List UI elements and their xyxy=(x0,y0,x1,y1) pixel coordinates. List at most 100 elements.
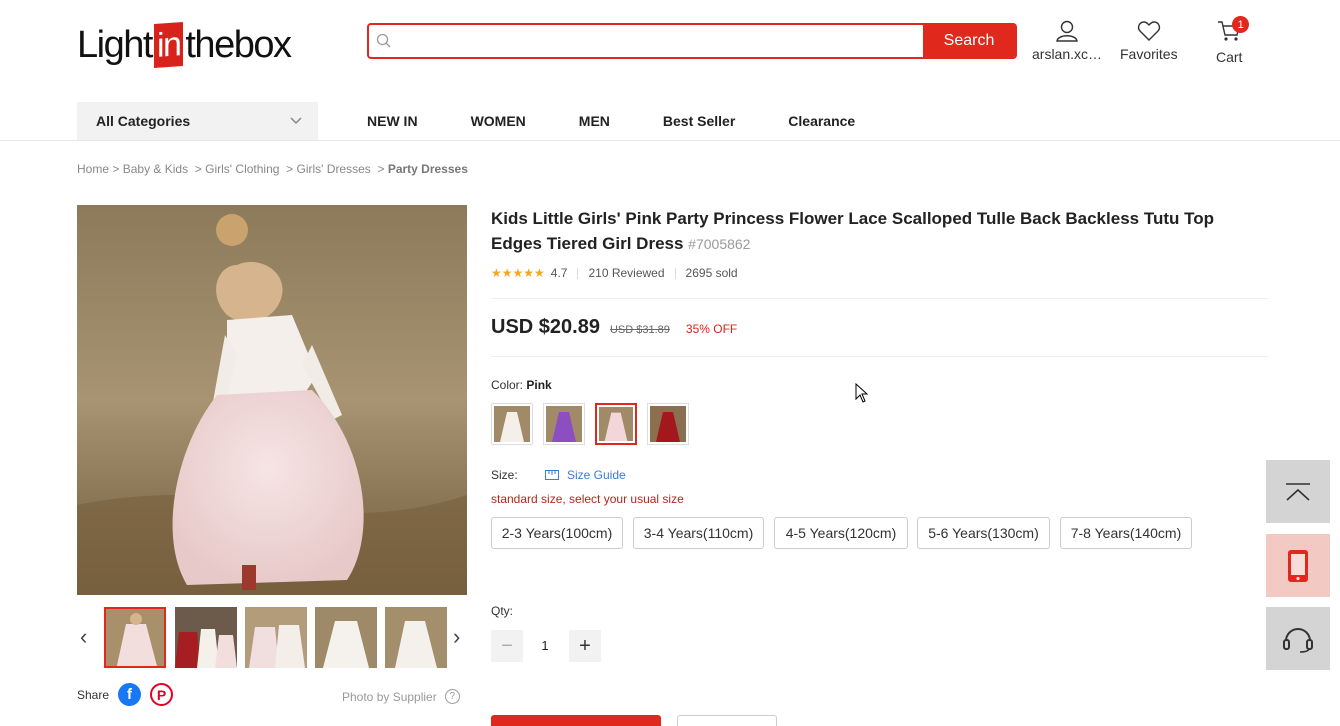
breadcrumb-baby-kids[interactable]: Baby & Kids xyxy=(123,162,188,176)
nav-link-new-in[interactable]: NEW IN xyxy=(367,113,418,129)
qty-decrease-button[interactable]: − xyxy=(491,630,523,662)
nav-link-best-seller[interactable]: Best Seller xyxy=(663,113,735,129)
product-title-text: Kids Little Girls' Pink Party Princess F… xyxy=(491,209,1214,253)
qty-label: Qty: xyxy=(491,604,514,618)
share-row: Share f P xyxy=(77,683,174,706)
color-swatch-white[interactable] xyxy=(491,403,533,445)
mobile-phone-icon xyxy=(1288,549,1308,582)
product-sku: #7005862 xyxy=(688,236,751,252)
customer-service-button[interactable] xyxy=(1266,607,1330,670)
mouse-cursor-icon xyxy=(855,383,869,403)
divider xyxy=(491,298,1268,299)
sold-count: 2695 sold xyxy=(685,266,738,280)
color-swatch-pink[interactable] xyxy=(595,403,637,445)
nav-link-men[interactable]: MEN xyxy=(579,113,610,129)
heart-icon xyxy=(1137,21,1160,41)
thumbnail-1[interactable] xyxy=(104,607,166,668)
color-label-text: Color: xyxy=(491,378,524,392)
size-note: standard size, select your usual size xyxy=(491,492,684,506)
breadcrumb-home[interactable]: Home xyxy=(77,162,109,176)
thumbnail-2[interactable] xyxy=(175,607,237,668)
nav-links: NEW IN WOMEN MEN Best Seller Clearance xyxy=(367,102,908,140)
breadcrumb: Home > Baby & Kids > Girls' Clothing > G… xyxy=(77,162,468,176)
nav-link-women[interactable]: WOMEN xyxy=(471,113,526,129)
photo-note: Photo by Supplier xyxy=(342,689,437,704)
price-row: USD $20.89 USD $31.89 35% OFF xyxy=(491,316,737,339)
search-input[interactable] xyxy=(399,25,923,57)
star-rating-icon: ★★★★★ xyxy=(491,266,545,280)
pinterest-icon[interactable]: P xyxy=(150,683,174,706)
thumbnail-4[interactable] xyxy=(315,607,377,668)
add-to-cart-button[interactable] xyxy=(491,715,661,726)
all-categories-dropdown[interactable]: All Categories xyxy=(77,102,318,140)
size-guide-label: Size Guide xyxy=(567,468,626,482)
cart-link[interactable]: 1 Cart xyxy=(1216,16,1250,65)
back-to-top-icon xyxy=(1286,482,1310,501)
chevron-down-icon xyxy=(290,117,302,125)
color-swatch-red[interactable] xyxy=(647,403,689,445)
rating-row: ★★★★★ 4.7 210 Reviewed 2695 sold xyxy=(491,266,738,280)
thumbnail-strip: ‹ › xyxy=(77,606,467,668)
logo-text-in: in xyxy=(153,21,184,69)
qty-value[interactable]: 1 xyxy=(533,638,557,653)
share-label: Share xyxy=(77,687,110,702)
size-option-2-3-years[interactable]: 2-3 Years(100cm) xyxy=(491,517,623,549)
color-selected-value: Pink xyxy=(526,378,552,392)
thumbnail-3[interactable] xyxy=(245,607,307,668)
all-categories-label: All Categories xyxy=(96,113,191,129)
main-nav: All Categories NEW IN WOMEN MEN Best Sel… xyxy=(0,102,1340,141)
user-icon xyxy=(1056,20,1078,42)
divider xyxy=(577,267,579,279)
account-link[interactable]: arslan.xc… xyxy=(1032,20,1102,62)
account-label: arslan.xc… xyxy=(1032,46,1103,62)
current-price: USD $20.89 xyxy=(491,316,600,338)
discount-badge: 35% OFF xyxy=(685,322,738,336)
size-option-3-4-years[interactable]: 3-4 Years(110cm) xyxy=(633,517,764,549)
thumbnail-prev-arrow-icon[interactable]: ‹ xyxy=(80,624,87,650)
back-to-top-button[interactable] xyxy=(1266,460,1330,523)
ruler-icon xyxy=(545,470,559,480)
logo-text-light: Light xyxy=(77,23,153,66)
thumbnail-5[interactable] xyxy=(385,607,447,668)
divider xyxy=(674,267,676,279)
search-button[interactable]: Search xyxy=(923,25,1015,57)
breadcrumb-girls-clothing[interactable]: Girls' Clothing xyxy=(205,162,279,176)
logo-text-thebox: thebox xyxy=(185,23,292,66)
cart-count-badge: 1 xyxy=(1232,16,1250,33)
size-option-7-8-years[interactable]: 7-8 Years(140cm) xyxy=(1060,517,1192,549)
breadcrumb-separator: > xyxy=(377,162,385,176)
color-swatch-purple[interactable] xyxy=(543,403,585,445)
size-guide-link[interactable]: Size Guide xyxy=(545,468,626,482)
breadcrumb-girls-dresses[interactable]: Girls' Dresses xyxy=(296,162,370,176)
favorites-label: Favorites xyxy=(1120,46,1178,62)
mobile-app-button[interactable] xyxy=(1266,534,1330,597)
cart-icon-wrap: 1 xyxy=(1217,16,1250,49)
headset-icon xyxy=(1283,627,1313,653)
reviews-link[interactable]: 210 Reviewed xyxy=(588,266,664,280)
photo-by-supplier: Photo by Supplier ? xyxy=(342,689,460,704)
secondary-action-button[interactable] xyxy=(677,715,777,726)
breadcrumb-separator: > xyxy=(112,162,120,176)
size-option-5-6-years[interactable]: 5-6 Years(130cm) xyxy=(917,517,1050,549)
breadcrumb-separator: > xyxy=(194,162,202,176)
qty-increase-button[interactable]: + xyxy=(569,630,601,662)
search-bar: Search xyxy=(367,23,1017,59)
favorites-link[interactable]: Favorites xyxy=(1120,20,1178,62)
product-title: Kids Little Girls' Pink Party Princess F… xyxy=(491,206,1261,257)
breadcrumb-separator: > xyxy=(286,162,294,176)
nav-link-clearance[interactable]: Clearance xyxy=(788,113,855,129)
site-logo[interactable]: Light in thebox xyxy=(77,21,292,69)
size-label: Size: xyxy=(491,468,518,482)
original-price: USD $31.89 xyxy=(609,324,670,336)
size-option-4-5-years[interactable]: 4-5 Years(120cm) xyxy=(774,517,908,549)
cart-label: Cart xyxy=(1216,49,1243,65)
rating-value: 4.7 xyxy=(550,266,568,280)
breadcrumb-current: Party Dresses xyxy=(387,162,468,176)
search-icon xyxy=(369,25,399,57)
divider xyxy=(491,356,1268,357)
main-product-image[interactable] xyxy=(77,205,467,595)
color-label: Color: Pink xyxy=(491,378,552,392)
help-icon[interactable]: ? xyxy=(444,689,460,704)
thumbnail-next-arrow-icon[interactable]: › xyxy=(453,624,460,650)
facebook-icon[interactable]: f xyxy=(118,683,142,706)
